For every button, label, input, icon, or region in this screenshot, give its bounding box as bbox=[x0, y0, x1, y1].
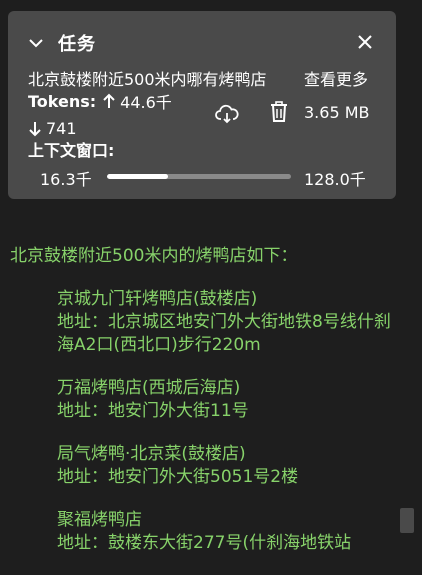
arrow-down-icon bbox=[29, 121, 41, 136]
list-item: 局气烤鸭·北京菜(鼓楼店) 地址：地安门外大街5051号2楼 bbox=[57, 443, 396, 489]
restaurant-address: 地址：北京城区地安门外大街地铁8号线什刹海A2口(西北口)步行220m bbox=[57, 312, 391, 355]
trash-icon[interactable] bbox=[269, 100, 289, 124]
context-used-value: 16.3千 bbox=[40, 170, 92, 189]
task-header[interactable]: 任务 bbox=[26, 31, 96, 55]
task-title: 任务 bbox=[58, 34, 96, 55]
arrow-up-icon bbox=[103, 93, 115, 108]
restaurant-address: 地址：地安门外大街11号 bbox=[57, 401, 249, 421]
restaurant-address: 地址：地安门外大街5051号2楼 bbox=[57, 467, 299, 487]
restaurant-address: 地址：鼓楼东大街277号(什刹海地铁站 bbox=[57, 533, 352, 553]
scrollbar-thumb[interactable] bbox=[400, 508, 414, 533]
restaurant-name: 京城九门轩烤鸭店(鼓楼店) bbox=[57, 289, 258, 309]
size-value: 3.65 MB bbox=[304, 103, 370, 122]
restaurant-name: 聚福烤鸭店 bbox=[57, 510, 142, 530]
list-item: 京城九门轩烤鸭店(鼓楼店) 地址：北京城区地安门外大街地铁8号线什刹海A2口(西… bbox=[57, 288, 396, 357]
list-item: 万福烤鸭店(西城后海店) 地址：地安门外大街11号 bbox=[57, 377, 396, 423]
tokens-down-value: 741 bbox=[46, 119, 77, 138]
tokens-label: Tokens: bbox=[28, 91, 97, 111]
restaurant-name: 万福烤鸭店(西城后海店) bbox=[57, 378, 241, 398]
tokens-row: Tokens: 44.6千 bbox=[28, 89, 172, 113]
context-progress-fill bbox=[107, 174, 168, 179]
task-panel: 任务 北京鼓楼附近500米内哪有烤鸭店 查看更多 Tokens: 44.6千 7… bbox=[8, 11, 396, 199]
task-query: 北京鼓楼附近500米内哪有烤鸭店 bbox=[28, 70, 267, 89]
context-window-label: 上下文窗口: bbox=[28, 141, 115, 160]
response-intro: 北京鼓楼附近500米内的烤鸭店如下： bbox=[10, 246, 298, 266]
context-progress-bar bbox=[107, 174, 291, 179]
tokens-up-value: 44.6千 bbox=[120, 93, 172, 112]
context-max-value: 128.0千 bbox=[304, 170, 366, 189]
cloud-download-icon[interactable] bbox=[215, 102, 239, 126]
see-more-link[interactable]: 查看更多 bbox=[304, 66, 368, 90]
restaurant-name: 局气烤鸭·北京菜(鼓楼店) bbox=[57, 444, 246, 464]
close-icon[interactable] bbox=[356, 33, 374, 51]
list-item: 聚福烤鸭店 地址：鼓楼东大街277号(什刹海地铁站 bbox=[57, 509, 396, 555]
tokens-down-row: 741 bbox=[28, 119, 77, 138]
chevron-down-icon[interactable] bbox=[26, 33, 46, 53]
response-content: 北京鼓楼附近500米内的烤鸭店如下： 京城九门轩烤鸭店(鼓楼店) 地址：北京城区… bbox=[10, 245, 396, 575]
